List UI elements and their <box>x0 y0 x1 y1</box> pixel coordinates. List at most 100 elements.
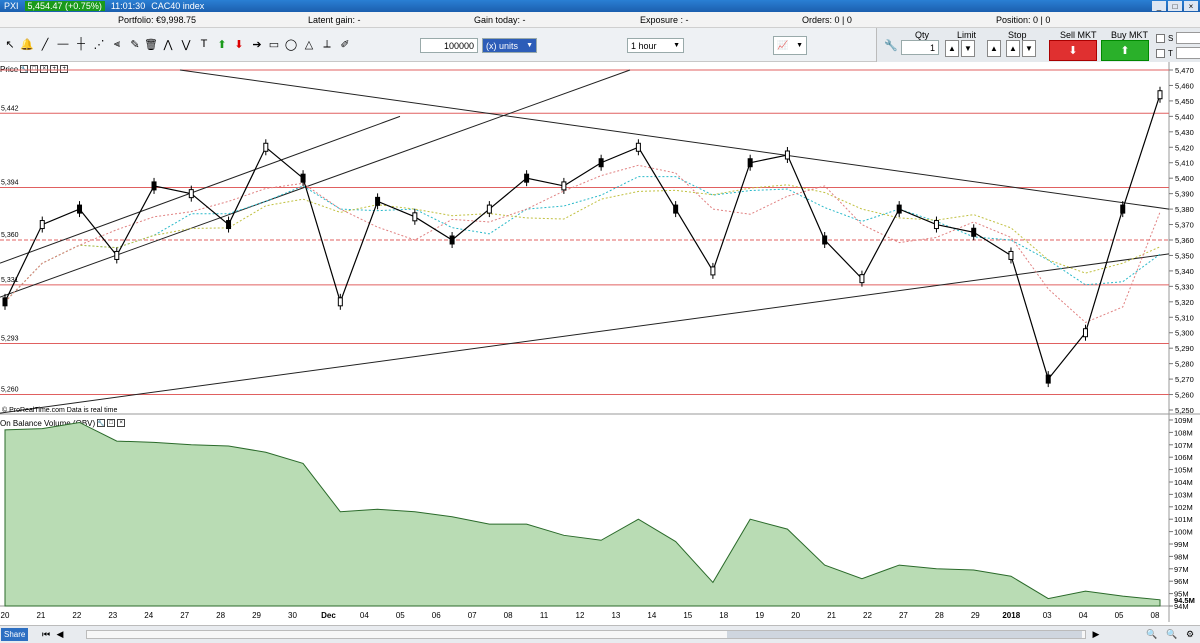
x-tick-label: 23 <box>108 611 117 620</box>
qty-input[interactable]: 1 <box>901 40 939 55</box>
level-label: 5,260 <box>1 387 19 394</box>
down-arrow-icon[interactable]: ⬇ <box>231 36 247 52</box>
candle-body <box>412 212 418 222</box>
sell-mkt-button[interactable]: ⬇ <box>1049 40 1097 61</box>
time-scrollbar[interactable] <box>86 630 1086 639</box>
minimize-icon[interactable]: _ <box>1152 1 1166 11</box>
fibonacci-icon[interactable]: ⋰ <box>91 36 107 52</box>
timeframe-select[interactable]: 1 hour ▼ <box>627 38 684 53</box>
t-value-input[interactable]: 10 <box>1175 47 1200 59</box>
x-tick-label: 08 <box>1151 611 1160 620</box>
line-icon[interactable]: ╱ <box>37 36 53 52</box>
share-button[interactable]: Share <box>1 628 29 641</box>
measure-icon[interactable]: ⟂ <box>319 36 335 52</box>
candle-body <box>188 189 194 199</box>
wrench-icon[interactable]: 🔧 <box>883 37 899 53</box>
price-chart[interactable]: 5,4425,3945,3605,3315,2935,260 5,4705,46… <box>0 62 1200 624</box>
scroll-start-icon[interactable]: ⏮ <box>40 628 52 641</box>
right-arrow-icon[interactable]: ➔ <box>249 36 265 52</box>
limit-sell-button[interactable]: ▼ <box>961 40 975 57</box>
x-tick-label: 08 <box>504 611 513 620</box>
candle-body <box>2 297 8 307</box>
candle-body <box>263 142 269 152</box>
t-option[interactable]: T10 <box>1156 47 1200 59</box>
limit-label: Limit <box>957 30 977 40</box>
obv-tick-label: 100M <box>1174 528 1193 537</box>
candle-body <box>77 204 83 214</box>
pitchfork-icon[interactable]: ⫷ <box>109 36 125 52</box>
price-tick-label: 5,280 <box>1175 360 1194 369</box>
stop-sell-button[interactable]: ▼ <box>1022 40 1036 57</box>
price-tick-label: 5,350 <box>1175 251 1194 260</box>
vertical-line-icon[interactable]: ┼ <box>73 36 89 52</box>
chart-type-select[interactable]: 📈 ▼ <box>773 36 807 55</box>
candle-body <box>561 181 567 191</box>
s-option[interactable]: S10 <box>1156 32 1200 44</box>
candle-body <box>39 220 45 230</box>
candle-body <box>747 158 753 168</box>
price-tick-label: 5,470 <box>1175 66 1194 75</box>
x-tick-label: 03 <box>1043 611 1052 620</box>
chevron-down-icon: ▼ <box>526 42 533 49</box>
trash-icon[interactable]: 🗑 <box>143 36 159 52</box>
forward-icon[interactable]: ▶ <box>1090 628 1102 641</box>
latent-gain: Latent gain: - <box>308 15 361 25</box>
settings-icon[interactable]: ⚙ <box>1184 628 1196 641</box>
window-controls: _ □ × <box>1152 1 1200 11</box>
horizontal-line-icon[interactable]: — <box>55 36 71 52</box>
x-tick-label: 13 <box>611 611 620 620</box>
close-icon[interactable]: × <box>1184 1 1198 11</box>
pencil-icon[interactable]: ✐ <box>337 36 353 52</box>
gain-today: Gain today: - <box>474 15 526 25</box>
units-select[interactable]: (x) units ▼ <box>482 38 537 53</box>
obv-tick-label: 107M <box>1174 441 1193 450</box>
zoom-out-icon[interactable]: 🔍 <box>1166 628 1178 641</box>
rectangle-icon[interactable]: ▭ <box>266 36 282 52</box>
brush-icon[interactable]: ✎ <box>127 36 143 52</box>
buy-mkt-button[interactable]: ⬆ <box>1101 40 1149 61</box>
up-arrow-icon[interactable]: ⬆ <box>214 36 230 52</box>
price-tick-label: 5,310 <box>1175 313 1194 322</box>
limit-buy-button[interactable]: ▲ <box>945 40 959 57</box>
candle-body <box>300 173 306 183</box>
x-tick-label: 19 <box>755 611 764 620</box>
obv-current-label: 94.5M <box>1174 596 1195 605</box>
sell-icon: ⬇ <box>1068 45 1078 57</box>
moving-average-line <box>4 164 1161 324</box>
candle-body <box>449 235 455 245</box>
obv-tick-label: 96M <box>1174 577 1189 586</box>
x-tick-label: 29 <box>252 611 261 620</box>
stop-buy-button[interactable]: ▲ <box>1006 40 1020 57</box>
limit-up-button[interactable]: ▲ <box>987 40 1001 57</box>
back-icon[interactable]: ◀ <box>54 628 66 641</box>
bell-icon[interactable]: 🔔 <box>19 36 35 52</box>
candle-body <box>1120 204 1126 214</box>
candle-body <box>896 204 902 214</box>
price-series-line <box>4 94 1161 381</box>
obv-area <box>4 421 1161 607</box>
quantity-input[interactable]: 100000 <box>420 38 478 53</box>
exposure: Exposure : - <box>640 15 689 25</box>
zoom-in-icon[interactable]: 🔍 <box>1146 628 1158 641</box>
triangle-icon[interactable]: △ <box>301 36 317 52</box>
x-tick-label: Dec <box>321 611 336 620</box>
cursor-icon[interactable]: ↖ <box>2 36 18 52</box>
s-checkbox[interactable] <box>1156 33 1165 43</box>
x-tick-label: 20 <box>1 611 10 620</box>
t-checkbox[interactable] <box>1156 48 1165 58</box>
x-tick-label: 07 <box>468 611 477 620</box>
maximize-icon[interactable]: □ <box>1168 1 1182 11</box>
price-tick-label: 5,460 <box>1175 81 1194 90</box>
time-label: 11:01:30 <box>110 1 146 11</box>
x-tick-label: 05 <box>396 611 405 620</box>
level-label: 5,360 <box>1 232 19 239</box>
scrollbar-thumb[interactable] <box>727 631 1082 638</box>
price-tick-label: 5,450 <box>1175 97 1194 106</box>
ellipse-icon[interactable]: ◯ <box>283 36 299 52</box>
x-tick-label: 24 <box>144 611 153 620</box>
text-icon[interactable]: T <box>196 36 212 52</box>
pattern-icon[interactable]: ⋀ <box>160 36 176 52</box>
s-value-input[interactable]: 10 <box>1176 32 1200 44</box>
obv-tick-label: 108M <box>1174 428 1193 437</box>
pattern2-icon[interactable]: ⋁ <box>178 36 194 52</box>
